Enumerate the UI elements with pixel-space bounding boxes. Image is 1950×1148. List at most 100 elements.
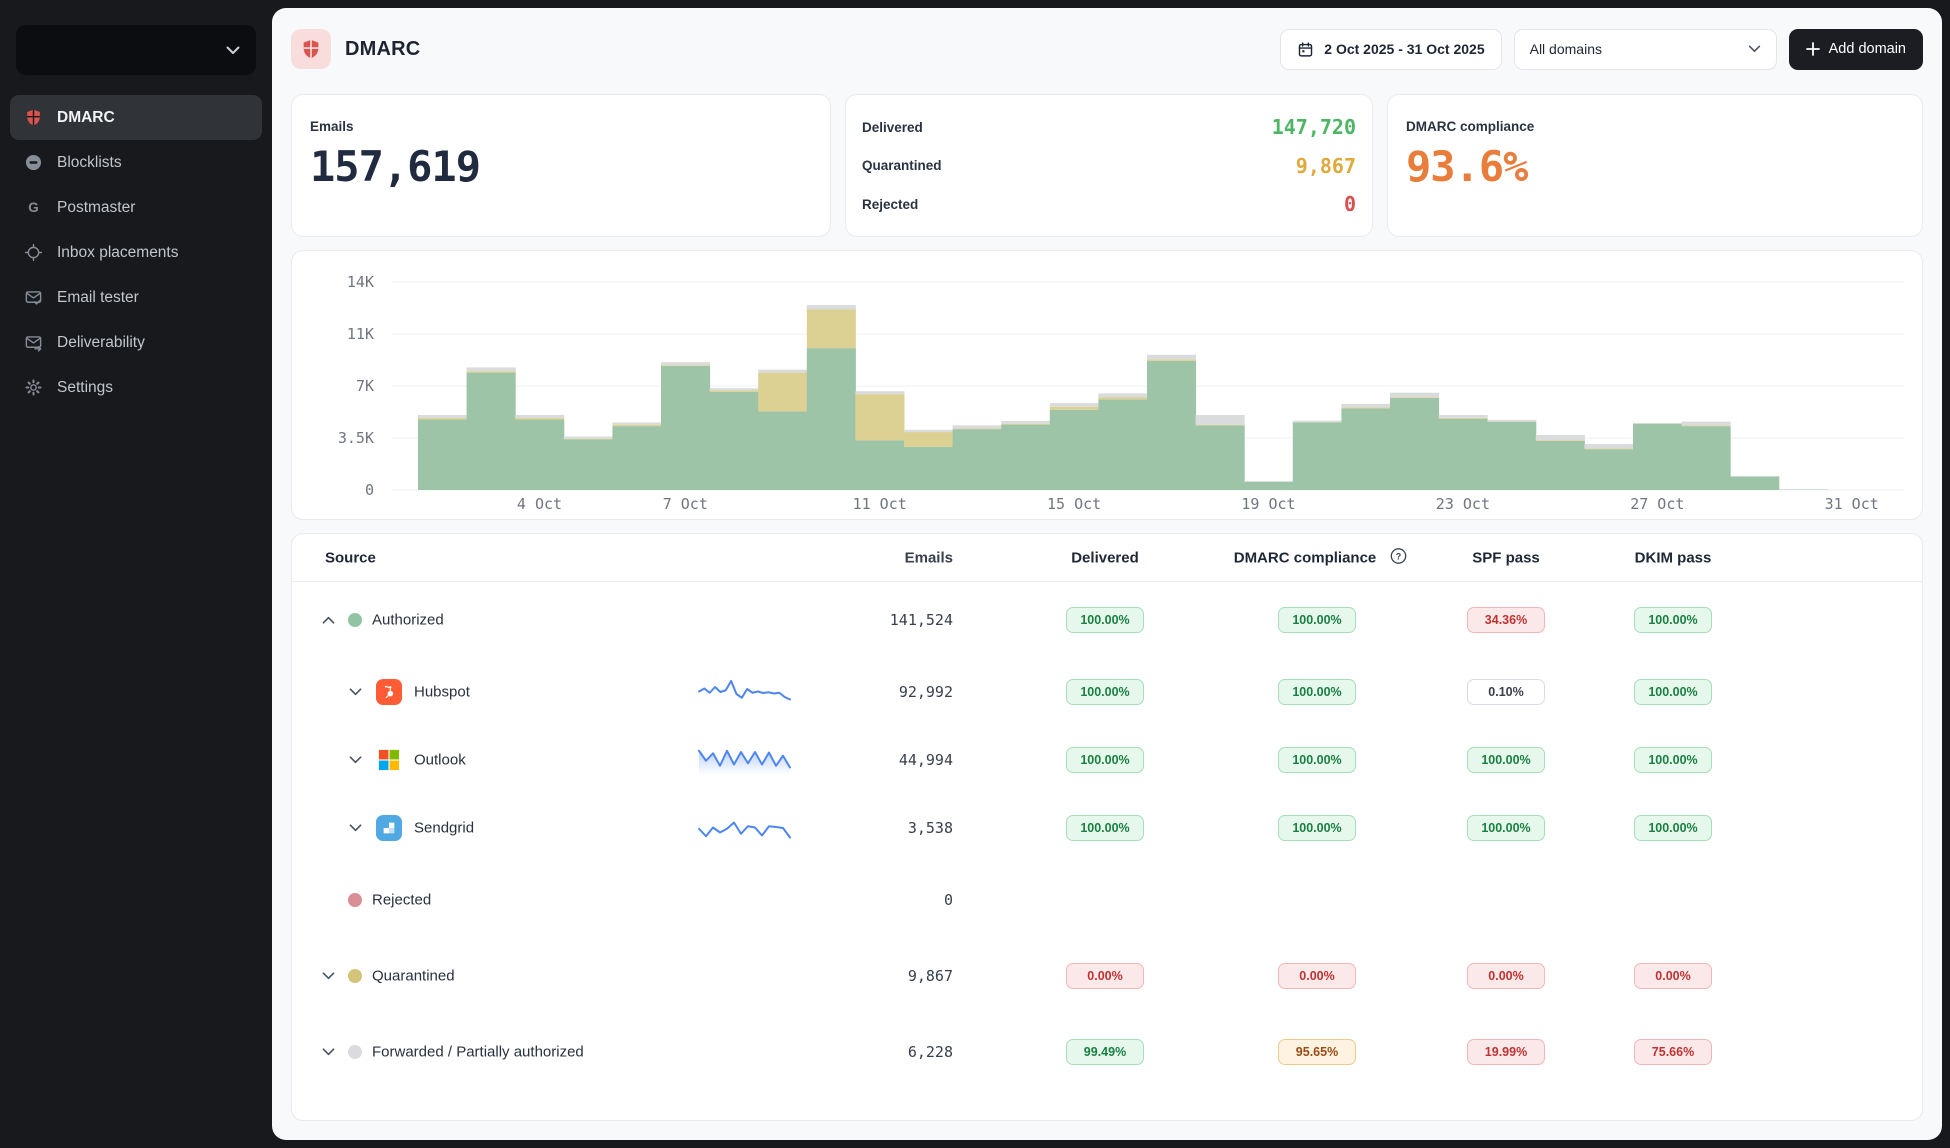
table-row[interactable]: Quarantined9,8670.00%0.00%0.00%0.00% xyxy=(292,938,1922,1014)
chevron-down-icon[interactable] xyxy=(349,688,362,697)
table-row[interactable]: Sendgrid3,538100.00%100.00%100.00%100.00… xyxy=(292,794,1922,862)
sidebar-item-label: Postmaster xyxy=(57,199,135,217)
sidebar-item-label: DMARC xyxy=(57,109,115,127)
domain-filter-select[interactable]: All domains xyxy=(1514,29,1777,70)
col-dkim: DKIM pass xyxy=(1635,549,1712,566)
rejected-label: Rejected xyxy=(862,197,918,212)
svg-text:?: ? xyxy=(1396,551,1401,561)
stacked-bar-chart: 03.5K7K11K14K4 Oct7 Oct11 Oct15 Oct19 Oc… xyxy=(292,251,1922,521)
source-label: Hubspot xyxy=(414,684,470,701)
table-row[interactable]: Authorized141,524100.00%100.00%34.36%100… xyxy=(292,582,1922,658)
quarantined-row: Quarantined 9,867 xyxy=(862,154,1356,178)
sidebar-item-email-tester[interactable]: Email tester xyxy=(10,275,262,320)
chevron-down-icon xyxy=(1748,45,1761,53)
col-dmarc: DMARC compliance xyxy=(1234,549,1377,566)
sparkline-chart xyxy=(697,675,792,709)
percentage-badge: 100.00% xyxy=(1634,747,1712,773)
chevron-down-icon[interactable] xyxy=(349,756,362,765)
sidebar-item-label: Inbox placements xyxy=(57,244,179,262)
sidebar-item-postmaster[interactable]: G Postmaster xyxy=(10,185,262,230)
blocked-icon xyxy=(22,152,44,174)
svg-text:14K: 14K xyxy=(347,273,374,291)
svg-text:19 Oct: 19 Oct xyxy=(1241,495,1295,513)
sparkline-chart xyxy=(697,743,792,777)
rejected-row: Rejected 0 xyxy=(862,192,1356,216)
table-header: Source Emails Delivered DMARC compliance… xyxy=(292,534,1922,582)
emails-count: 9,867 xyxy=(792,967,953,985)
status-dot xyxy=(348,893,362,907)
table-row[interactable]: Outlook 44,994 100.00% 100.00% 100.00% 100.0… xyxy=(292,726,1922,794)
emails-count: 3,538 xyxy=(792,819,953,837)
table-row[interactable]: Rejected 0 xyxy=(292,862,1922,938)
sidebar-item-settings[interactable]: Settings xyxy=(10,365,262,410)
percentage-badge: 100.00% xyxy=(1066,607,1144,633)
source-label: Outlook xyxy=(414,752,466,769)
google-g-icon: G xyxy=(22,197,44,219)
sidebar-item-dmarc[interactable]: DMARC xyxy=(10,95,262,140)
sources-table: Source Emails Delivered DMARC compliance… xyxy=(291,533,1923,1121)
svg-text:27 Oct: 27 Oct xyxy=(1630,495,1684,513)
emails-count: 141,524 xyxy=(792,611,953,629)
gear-icon xyxy=(22,377,44,399)
percentage-badge: 95.65% xyxy=(1278,1039,1356,1065)
envelope-check-icon xyxy=(22,287,44,309)
dmarc-shield-chip xyxy=(291,29,331,69)
emails-label: Emails xyxy=(310,119,812,134)
sidebar-item-blocklists[interactable]: Blocklists xyxy=(10,140,262,185)
chevron-down-icon xyxy=(226,46,240,55)
status-dot xyxy=(348,613,362,627)
sendgrid-icon xyxy=(376,815,402,841)
help-icon[interactable]: ? xyxy=(1390,547,1407,568)
source-label: Rejected xyxy=(372,892,431,909)
status-dot xyxy=(348,1045,362,1059)
col-source: Source xyxy=(325,549,376,566)
percentage-badge: 100.00% xyxy=(1278,679,1356,705)
sidebar-nav: DMARC Blocklists G Postmaster Inbox plac… xyxy=(10,95,262,410)
envelope-arrow-icon xyxy=(22,332,44,354)
email-volume-chart: 03.5K7K11K14K4 Oct7 Oct11 Oct15 Oct19 Oc… xyxy=(291,250,1923,520)
date-range-picker[interactable]: 2 Oct 2025 - 31 Oct 2025 xyxy=(1280,29,1501,70)
source-label: Authorized xyxy=(372,612,444,629)
emails-count: 0 xyxy=(792,891,953,909)
chevron-down-icon[interactable] xyxy=(349,824,362,833)
sidebar-item-label: Email tester xyxy=(57,289,139,307)
percentage-badge: 100.00% xyxy=(1066,747,1144,773)
percentage-badge: 0.00% xyxy=(1278,963,1356,989)
status-dot xyxy=(348,969,362,983)
sidebar: DMARC Blocklists G Postmaster Inbox plac… xyxy=(0,0,272,1148)
plus-icon xyxy=(1806,42,1820,56)
delivered-row: Delivered 147,720 xyxy=(862,115,1356,139)
main-panel: DMARC 2 Oct 2025 - 31 Oct 2025 All domai… xyxy=(272,8,1942,1140)
chevron-down-icon[interactable] xyxy=(322,972,335,981)
delivered-value: 147,720 xyxy=(1272,115,1356,139)
table-row[interactable]: Hubspot92,992100.00%100.00%0.10%100.00% xyxy=(292,658,1922,726)
emails-count: 44,994 xyxy=(792,751,953,769)
col-emails: Emails xyxy=(792,549,953,566)
percentage-badge: 100.00% xyxy=(1066,679,1144,705)
add-domain-button[interactable]: Add domain xyxy=(1789,29,1923,70)
percentage-badge: 100.00% xyxy=(1467,747,1545,773)
add-domain-label: Add domain xyxy=(1829,41,1906,57)
date-range-label: 2 Oct 2025 - 31 Oct 2025 xyxy=(1324,41,1484,57)
percentage-badge: 100.00% xyxy=(1634,679,1712,705)
quarantined-value: 9,867 xyxy=(1296,154,1356,178)
workspace-selector[interactable] xyxy=(16,25,256,75)
emails-count: 6,228 xyxy=(792,1043,953,1061)
source-label: Quarantined xyxy=(372,968,455,985)
table-row[interactable]: Forwarded / Partially authorized6,22899.… xyxy=(292,1014,1922,1090)
source-label: Sendgrid xyxy=(414,820,474,837)
percentage-badge: 100.00% xyxy=(1634,815,1712,841)
sparkline-chart xyxy=(697,811,792,845)
shield-icon xyxy=(300,38,322,60)
sidebar-item-deliverability[interactable]: Deliverability xyxy=(10,320,262,365)
emails-card: Emails 157,619 xyxy=(291,94,831,237)
percentage-badge: 100.00% xyxy=(1278,747,1356,773)
stats-row: Emails 157,619 Delivered 147,720 Quarant… xyxy=(291,94,1923,237)
calendar-icon xyxy=(1297,41,1314,58)
chevron-up-icon[interactable] xyxy=(322,616,335,625)
percentage-badge: 0.00% xyxy=(1467,963,1545,989)
domain-filter-value: All domains xyxy=(1530,41,1602,57)
svg-text:G: G xyxy=(28,200,38,215)
sidebar-item-inbox-placements[interactable]: Inbox placements xyxy=(10,230,262,275)
chevron-down-icon[interactable] xyxy=(322,1048,335,1057)
